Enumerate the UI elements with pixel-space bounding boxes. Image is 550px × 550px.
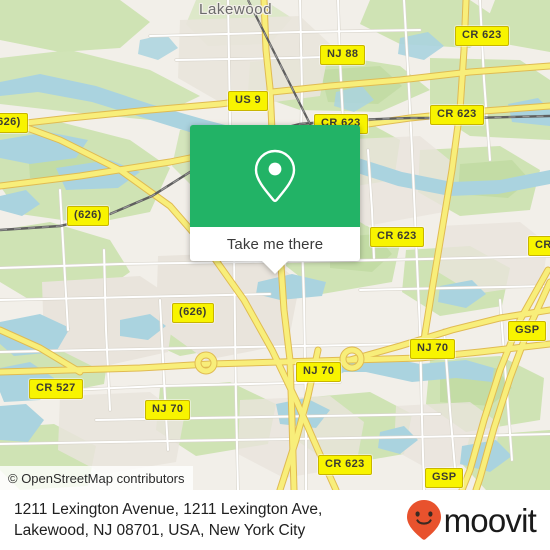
road-shield-us-9: US 9 [228, 91, 269, 111]
road-shield-cr-527: CR 527 [29, 379, 83, 399]
road-shield-gsp-s: GSP [425, 468, 464, 488]
road-shield-nj-70-e: NJ 70 [410, 339, 456, 359]
popup-header [190, 125, 360, 227]
road-shield-nj-70-c: NJ 70 [296, 362, 342, 382]
road-shield-nj-70-w: NJ 70 [145, 400, 191, 420]
moovit-location-card: Lakewood CR 623 NJ 88 US 9 CR 623 CR 623… [0, 0, 550, 550]
road-shield-cr-623-mid: CR 623 [370, 227, 424, 247]
road-shield-cr-623-ne: CR 623 [455, 26, 509, 46]
moovit-smiley-pin-icon [406, 500, 441, 540]
moovit-wordmark: moovit [443, 501, 537, 539]
location-popup-card[interactable]: Take me there [190, 125, 360, 274]
address-line-1: 1211 Lexington Avenue, 1211 Lexington Av… [14, 501, 323, 518]
map-place-label-lakewood: Lakewood [199, 1, 273, 18]
take-me-there-button[interactable]: Take me there [227, 236, 323, 253]
road-shield-cr-e-edge: CR 5 [528, 236, 550, 256]
map-attribution[interactable]: © OpenStreetMap contributors [0, 466, 193, 490]
address-block: 1211 Lexington Avenue, 1211 Lexington Av… [14, 499, 322, 541]
road-shield-cr-623-s: CR 623 [318, 455, 372, 475]
map-canvas[interactable]: Lakewood CR 623 NJ 88 US 9 CR 623 CR 623… [0, 0, 550, 490]
footer-bar: 1211 Lexington Avenue, 1211 Lexington Av… [0, 490, 550, 550]
popup-footer[interactable]: Take me there [190, 227, 360, 261]
road-shield-626-w-edge: (626) [0, 113, 28, 133]
road-shield-nj-88: NJ 88 [320, 45, 366, 65]
road-shield-626-c: (626) [172, 303, 214, 323]
road-shield-cr-623-e: CR 623 [430, 105, 484, 125]
road-shield-gsp-ne: GSP [508, 321, 547, 341]
location-pin-icon [252, 147, 298, 205]
road-shield-626-w: (626) [67, 206, 109, 226]
attribution-text: © OpenStreetMap contributors [8, 470, 185, 486]
moovit-logo[interactable]: moovit [406, 500, 537, 540]
address-line-2: Lakewood, NJ 08701, USA, New York City [14, 522, 306, 539]
popup-tail-pointer [262, 261, 288, 274]
